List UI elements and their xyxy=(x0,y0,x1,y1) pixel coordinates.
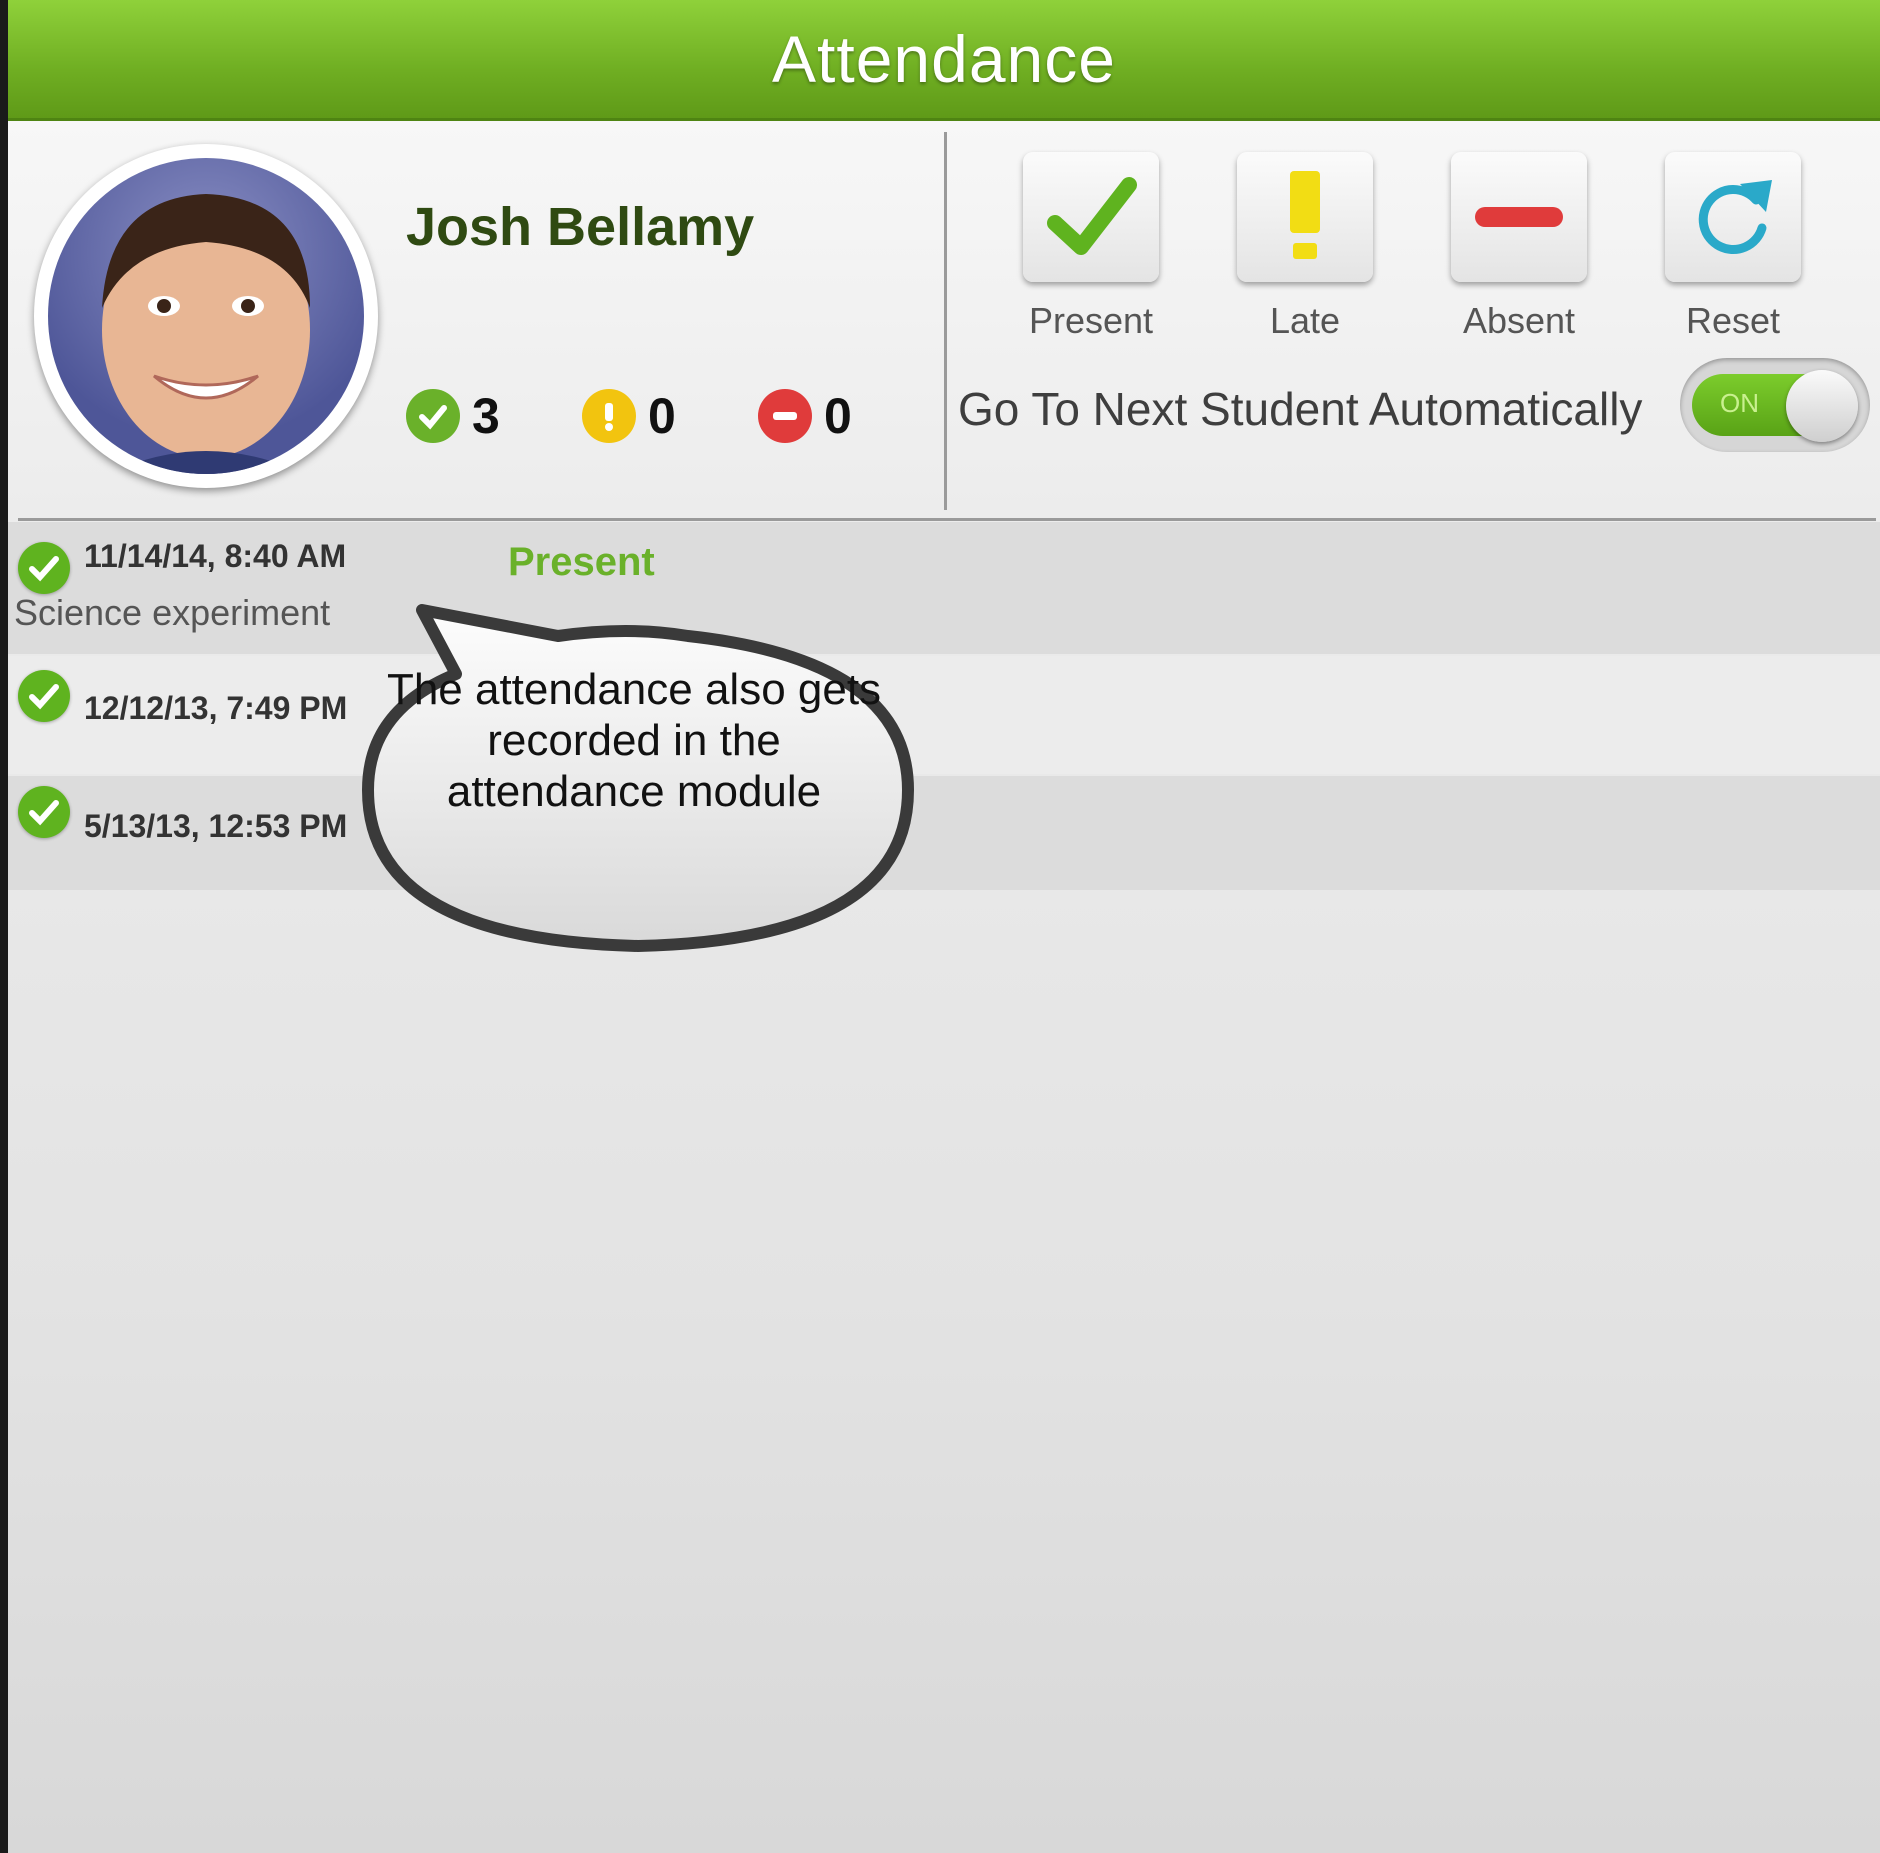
present-button[interactable] xyxy=(1023,152,1159,282)
absent-button[interactable] xyxy=(1451,152,1587,282)
late-count: 0 xyxy=(582,388,676,444)
present-label: Present xyxy=(1028,300,1154,341)
title-bar: Attendance xyxy=(8,0,1880,121)
toggle-knob[interactable] xyxy=(1786,370,1858,442)
toggle-on-label: ON xyxy=(1720,388,1759,418)
auto-next-toggle[interactable]: ON xyxy=(1680,358,1870,452)
record-datetime: 11/14/14, 8:40 AM xyxy=(84,538,347,574)
callout-text: The attendance also gets recorded in the… xyxy=(386,665,882,816)
exclamation-icon xyxy=(1290,171,1320,259)
present-check-icon xyxy=(18,670,70,722)
minus-icon xyxy=(1475,207,1563,227)
present-count-value: 3 xyxy=(472,388,500,444)
late-count-value: 0 xyxy=(648,388,676,444)
reset-button[interactable] xyxy=(1665,152,1801,282)
student-name: Josh Bellamy xyxy=(406,197,755,257)
checkmark-icon xyxy=(1047,177,1137,255)
record-datetime: 5/13/13, 12:53 PM xyxy=(84,808,348,844)
attendance-record[interactable]: 12/12/13, 7:49 PM xyxy=(8,656,1880,774)
absent-label: Absent xyxy=(1462,300,1576,341)
app-window: Attendance Josh Bellamy 3 0 0 Present La… xyxy=(8,0,1880,1853)
student-photo xyxy=(48,158,364,474)
horizontal-divider xyxy=(18,518,1876,521)
late-button[interactable] xyxy=(1237,152,1373,282)
present-count: 3 xyxy=(406,388,500,444)
attendance-record[interactable]: 11/14/14, 8:40 AM Science experiment Pre… xyxy=(8,522,1880,654)
present-check-icon xyxy=(18,786,70,838)
page-title: Attendance xyxy=(772,22,1116,96)
record-note: Science experiment xyxy=(14,592,331,633)
absent-minus-icon xyxy=(758,389,812,443)
vertical-divider xyxy=(944,132,947,510)
absent-count: 0 xyxy=(758,388,852,444)
present-check-icon xyxy=(18,542,70,594)
reset-arrow-icon xyxy=(1698,180,1772,254)
attendance-record[interactable]: 5/13/13, 12:53 PM xyxy=(8,776,1880,890)
auto-next-label: Go To Next Student Automatically xyxy=(958,383,1643,435)
avatar xyxy=(34,144,378,488)
late-exclamation-icon xyxy=(582,389,636,443)
reset-label: Reset xyxy=(1685,300,1781,341)
absent-count-value: 0 xyxy=(824,388,852,444)
late-label: Late xyxy=(1269,300,1341,341)
record-datetime: 12/12/13, 7:49 PM xyxy=(84,690,348,726)
record-status: Present xyxy=(508,540,655,584)
present-check-icon xyxy=(406,389,460,443)
